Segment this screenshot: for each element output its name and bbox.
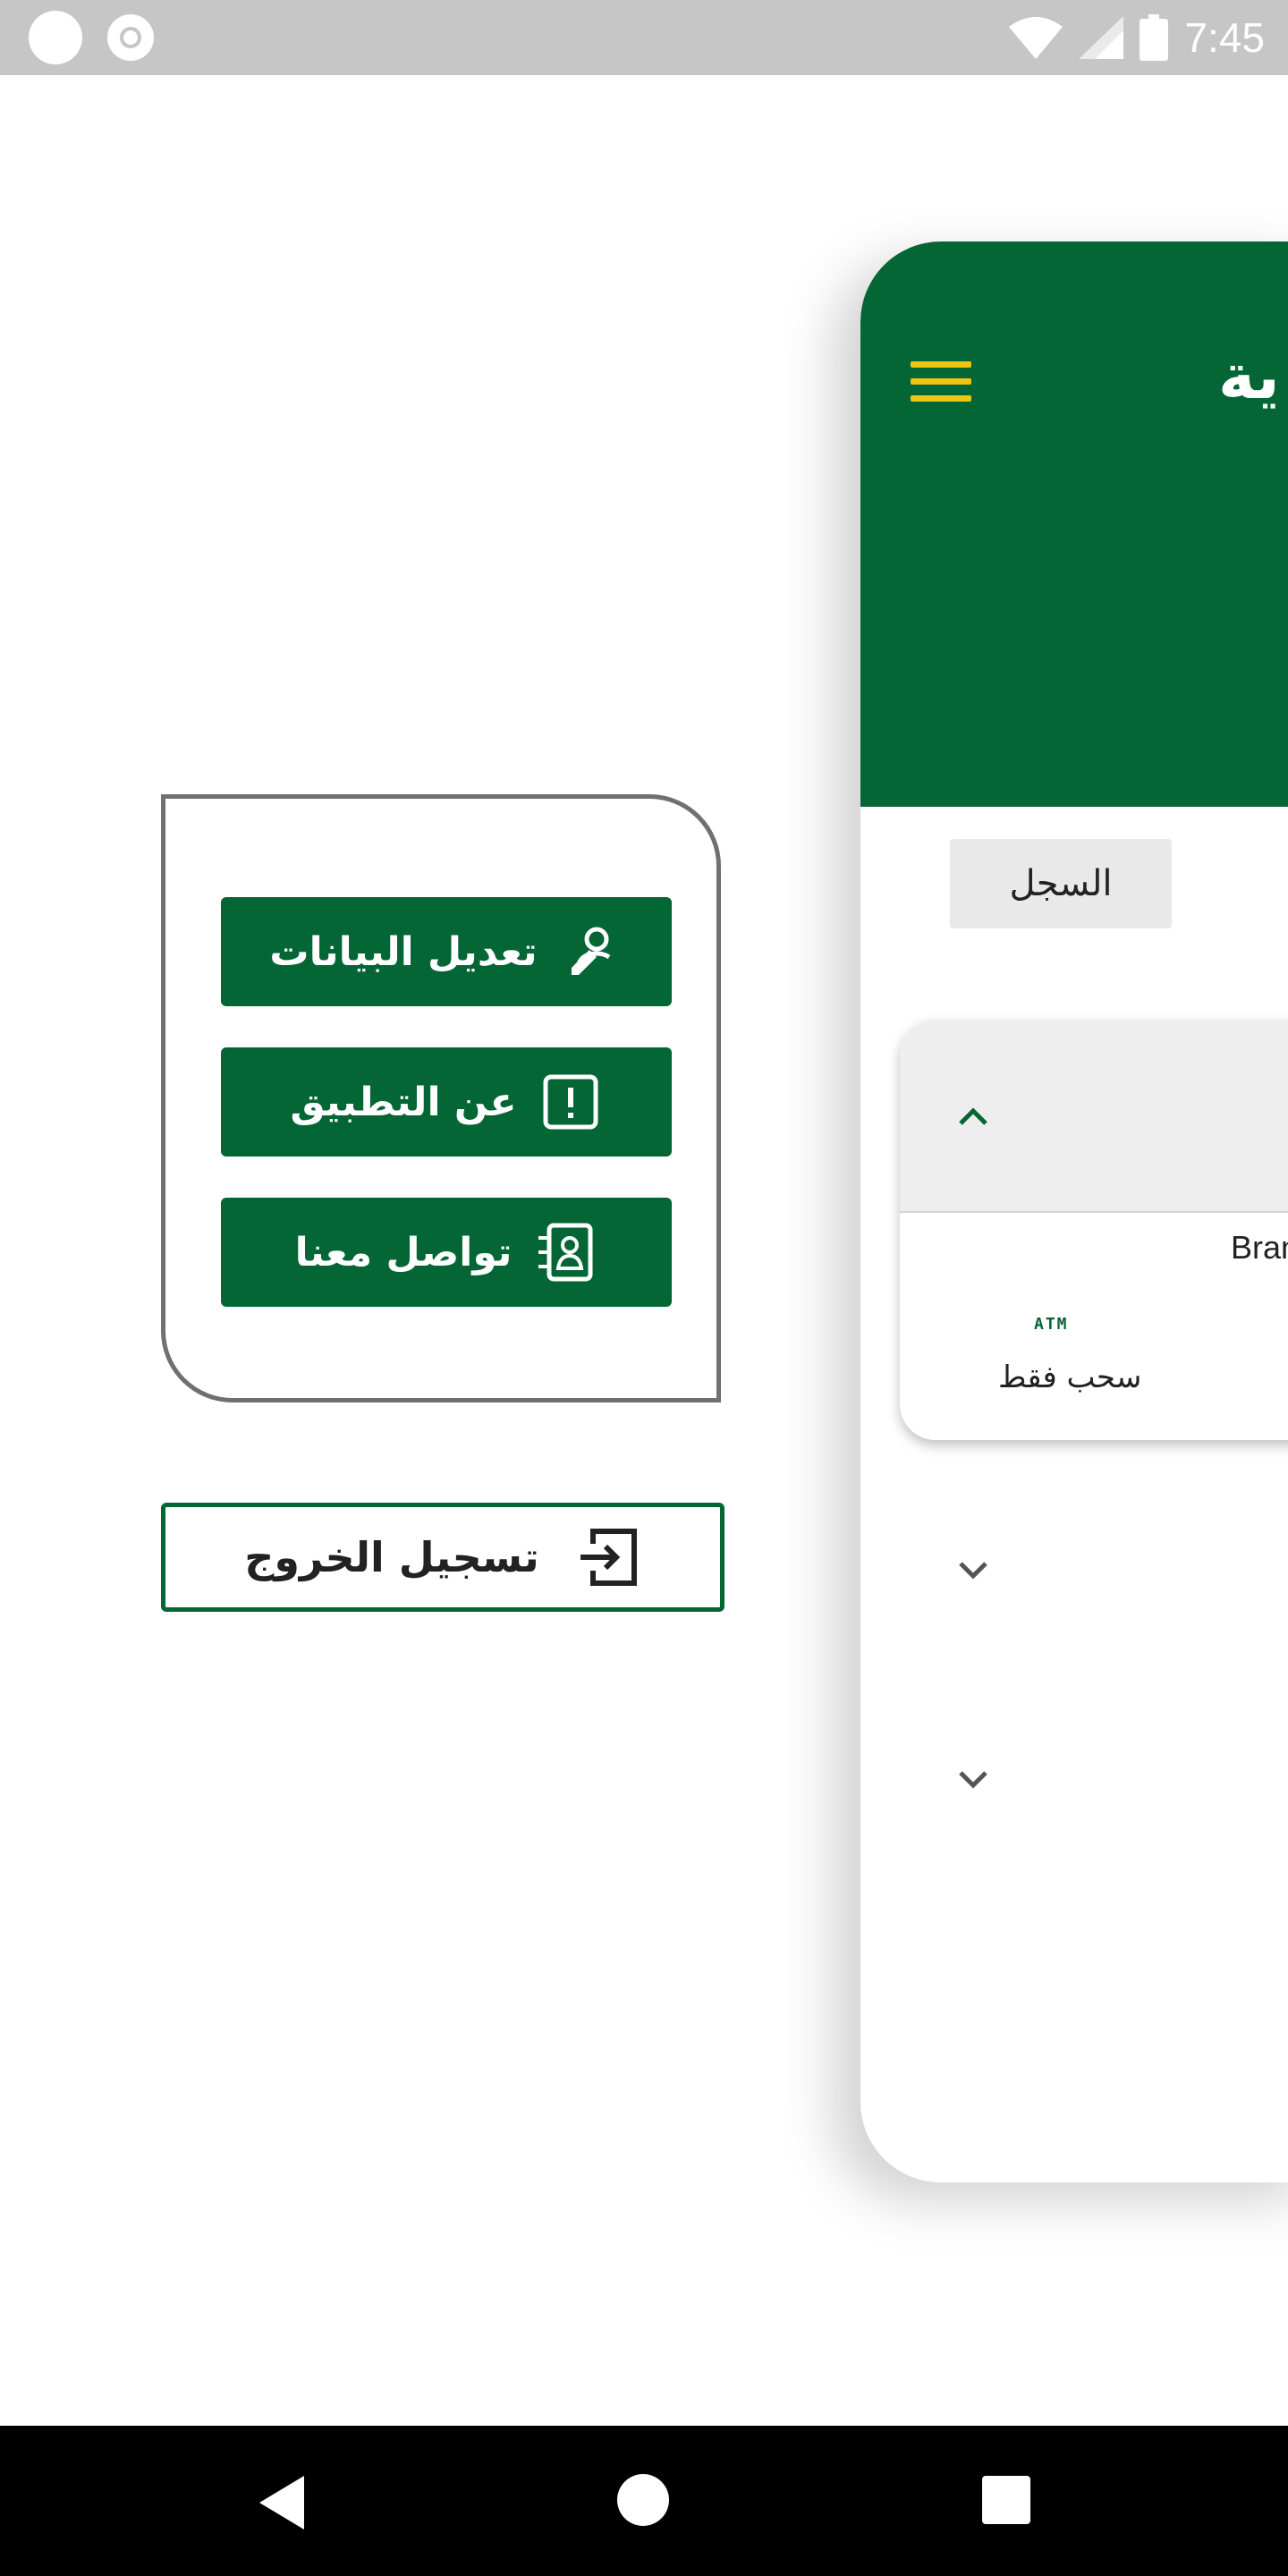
accordion-header[interactable]	[900, 1020, 1288, 1213]
home-icon[interactable]	[617, 2474, 669, 2526]
branch-name: Bran	[1231, 1229, 1288, 1266]
recent-apps-icon[interactable]	[982, 2476, 1030, 2524]
atm-icon: ATM	[1034, 1315, 1069, 1334]
contact-book-icon	[538, 1223, 593, 1282]
withdraw-only-label: سحب فقط	[998, 1360, 1142, 1395]
chevron-up-icon[interactable]	[955, 1098, 991, 1134]
menu-hamburger-icon[interactable]	[911, 361, 971, 402]
contact-us-button[interactable]: تواصل معنا	[221, 1198, 672, 1307]
notification-ring-icon	[107, 14, 154, 61]
logout-button[interactable]: تسجيل الخروج	[161, 1503, 724, 1612]
logout-icon	[580, 1529, 637, 1586]
logout-label: تسجيل الخروج	[244, 1533, 539, 1581]
system-nav-bar	[0, 2426, 1288, 2576]
info-alert-icon	[543, 1074, 597, 1130]
branch-accordion-expanded[interactable]: Bran ATM سحب فقط	[900, 1020, 1288, 1440]
user-edit-icon	[571, 927, 610, 975]
chevron-down-icon[interactable]	[955, 1551, 991, 1587]
back-icon[interactable]	[259, 2476, 304, 2529]
notification-dot-icon	[29, 11, 82, 64]
status-time: 7:45	[1184, 14, 1265, 61]
app-header: ية	[860, 242, 1288, 807]
page-title: ية	[1218, 340, 1280, 413]
about-app-label: عن التطبيق	[290, 1079, 517, 1125]
history-tab[interactable]: السجل	[950, 839, 1172, 928]
chevron-down-icon[interactable]	[955, 1760, 991, 1796]
edit-profile-button[interactable]: تعديل البيانات	[221, 897, 672, 1006]
main-content-card[interactable]: ية السجل Bran ATM سحب فقط	[860, 242, 1288, 2182]
signal-icon	[1079, 16, 1124, 59]
status-bar: 7:45	[0, 0, 1288, 75]
wifi-icon	[1009, 17, 1063, 59]
contact-us-label: تواصل معنا	[294, 1229, 513, 1275]
about-app-button[interactable]: عن التطبيق	[221, 1047, 672, 1157]
edit-profile-label: تعديل البيانات	[269, 928, 538, 975]
battery-icon	[1140, 14, 1169, 61]
drawer-menu-panel: تعديل البيانات عن التطبيق تواصل معنا	[161, 794, 721, 1402]
